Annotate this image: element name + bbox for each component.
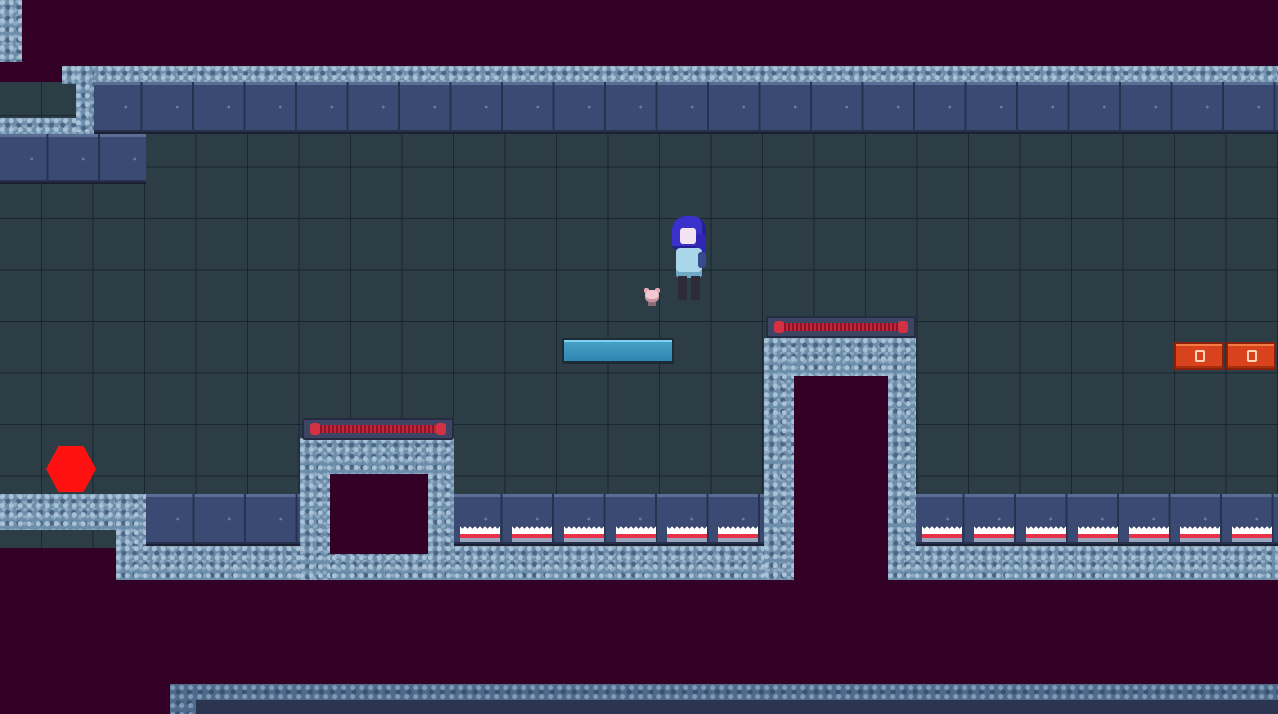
rock-pillar-tall-side-b [888, 338, 916, 580]
moving-platform[interactable] [562, 338, 674, 364]
player-face [680, 228, 696, 244]
spike-icon [460, 522, 500, 542]
spring-pad-right[interactable] [766, 316, 916, 338]
ceiling-panel-left-ledge [0, 134, 146, 184]
spike-icon [1180, 522, 1220, 542]
player-arm [698, 252, 706, 268]
spring-coil [314, 425, 442, 433]
spike-icon [922, 522, 962, 542]
spring-cap-right [436, 423, 446, 435]
crate-mark [1247, 350, 1257, 362]
crate-mark [1195, 350, 1205, 362]
pillar-tall-void [794, 376, 888, 580]
spike-icon [1078, 522, 1118, 542]
bottom-panel-edge [196, 700, 1278, 714]
spike-icon [1232, 522, 1272, 542]
game-viewport [0, 0, 1278, 714]
rock-ceiling-step-vertical [76, 66, 94, 132]
ceiling-panel-row [94, 82, 1278, 134]
spike-row-middle [454, 516, 766, 542]
spring-pad-left[interactable] [302, 418, 454, 440]
rock-floor-right [888, 546, 1278, 580]
rock-wall-top-left [0, 0, 22, 62]
spike-icon [512, 522, 552, 542]
spike-icon [718, 522, 758, 542]
spike-icon [1026, 522, 1066, 542]
orange-crate-icon[interactable] [1226, 342, 1276, 370]
spike-icon [1129, 522, 1169, 542]
spring-cap-right [898, 321, 908, 333]
pillar-left-void [330, 474, 430, 554]
spike-icon [974, 522, 1014, 542]
rock-pillar-left-side-a [300, 438, 330, 580]
spring-coil [778, 323, 904, 331]
spring-cap-left [310, 423, 320, 435]
rock-pillar-tall-side-a [764, 338, 794, 580]
spike-row-right [916, 516, 1278, 542]
spike-icon [564, 522, 604, 542]
floor-panel-left [146, 494, 302, 546]
room-interior-background [0, 82, 1278, 548]
spike-icon [667, 522, 707, 542]
orange-crate-icon[interactable] [1174, 342, 1224, 370]
player-character-sprite[interactable] [668, 216, 712, 302]
spike-icon [616, 522, 656, 542]
rock-floor-middle [428, 546, 792, 580]
companion-head [645, 290, 659, 302]
companion-feet [648, 302, 656, 306]
pet-companion-sprite [642, 288, 662, 306]
player-legs [678, 276, 700, 300]
spring-cap-left [774, 321, 784, 333]
